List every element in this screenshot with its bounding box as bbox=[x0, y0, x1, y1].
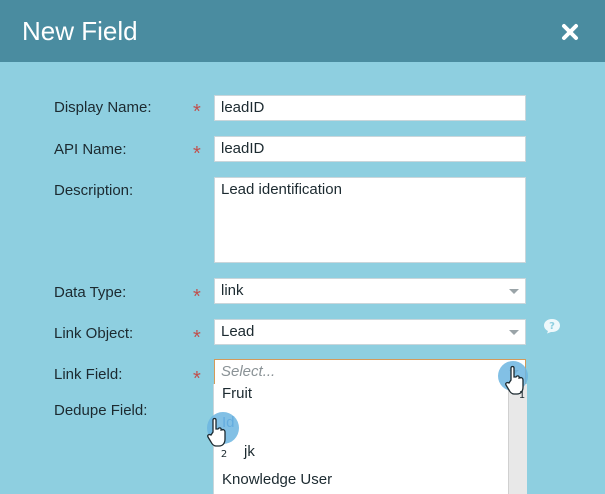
api-name-input[interactable]: leadID bbox=[214, 136, 526, 162]
data-type-label: Data Type: bbox=[54, 284, 127, 301]
option-knowledge-user[interactable]: Knowledge User bbox=[222, 470, 332, 490]
required-marker: * bbox=[193, 368, 201, 390]
link-object-value: Lead bbox=[221, 323, 255, 340]
description-label: Description: bbox=[54, 182, 134, 199]
link-object-label: Link Object: bbox=[54, 325, 134, 342]
help-icon[interactable]: ? bbox=[543, 318, 561, 334]
description-textarea[interactable]: Lead identification bbox=[214, 177, 526, 263]
option-jk[interactable]: jk bbox=[244, 442, 255, 462]
option-fruit[interactable]: Fruit bbox=[222, 384, 252, 404]
required-marker: * bbox=[193, 327, 201, 349]
chevron-down-icon bbox=[509, 330, 519, 335]
dedupe-field-label: Dedupe Field: bbox=[54, 402, 148, 419]
new-field-dialog: New Field Display Name: * leadID API Nam… bbox=[0, 0, 605, 494]
data-type-value: link bbox=[221, 282, 244, 299]
display-name-input[interactable]: leadID bbox=[214, 95, 526, 121]
chevron-down-icon bbox=[509, 289, 519, 294]
svg-text:?: ? bbox=[549, 321, 555, 332]
close-icon[interactable] bbox=[556, 18, 584, 46]
link-field-select[interactable]: Select... bbox=[214, 359, 526, 385]
dialog-title: New Field bbox=[22, 16, 138, 46]
link-object-select[interactable]: Lead bbox=[214, 319, 526, 345]
link-field-label: Link Field: bbox=[54, 366, 123, 383]
chevron-down-icon bbox=[509, 370, 519, 375]
display-name-label: Display Name: bbox=[54, 99, 152, 116]
required-marker: * bbox=[193, 143, 201, 165]
option-id[interactable]: Id bbox=[222, 413, 235, 433]
link-field-placeholder: Select... bbox=[221, 363, 276, 380]
dialog-header: New Field bbox=[0, 0, 605, 62]
dropdown-scrollbar[interactable] bbox=[508, 384, 527, 494]
api-name-label: API Name: bbox=[54, 141, 127, 158]
required-marker: * bbox=[193, 101, 201, 123]
required-marker: * bbox=[193, 286, 201, 308]
link-field-options: Fruit Id jk Knowledge User bbox=[213, 384, 509, 494]
data-type-select[interactable]: link bbox=[214, 278, 526, 304]
